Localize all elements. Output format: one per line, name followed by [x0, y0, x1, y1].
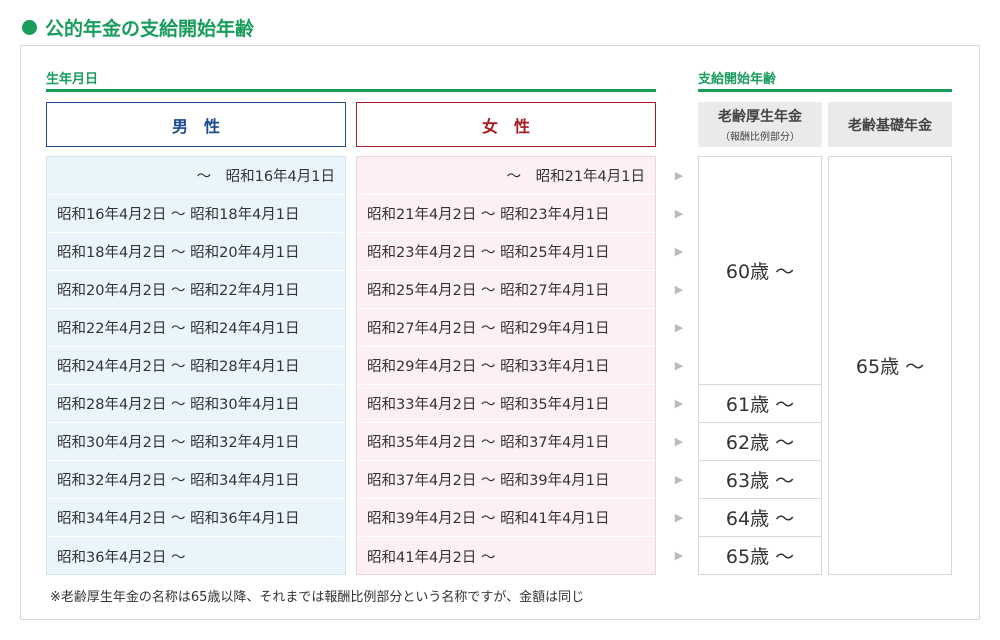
arrow-right-icon: ▶ [674, 168, 684, 182]
male-row: ～ 昭和16年4月1日 [47, 157, 345, 195]
male-row: 昭和16年4月2日 ～ 昭和18年4月1日 [47, 195, 345, 233]
arrow-right-icon: ▶ [674, 548, 684, 562]
female-row: 昭和21年4月2日 ～ 昭和23年4月1日 [357, 195, 655, 233]
arrow-right-icon: ▶ [674, 244, 684, 258]
male-birth-column: ～ 昭和16年4月1日 昭和16年4月2日 ～ 昭和18年4月1日 昭和18年4… [46, 156, 346, 575]
female-row: 昭和33年4月2日 ～ 昭和35年4月1日 [357, 385, 655, 423]
kosei-age-60: 60歳 ～ [698, 156, 822, 385]
birth-section-label: 生年月日 [46, 66, 656, 92]
arrow-right-icon: ▶ [674, 510, 684, 524]
male-row: 昭和18年4月2日 ～ 昭和20年4月1日 [47, 233, 345, 271]
male-row: 昭和28年4月2日 ～ 昭和30年4月1日 [47, 385, 345, 423]
male-row: 昭和34年4月2日 ～ 昭和36年4月1日 [47, 499, 345, 537]
page-title: 公的年金の支給開始年齢 [22, 14, 254, 40]
arrow-right-icon: ▶ [674, 472, 684, 486]
male-row: 昭和20年4月2日 ～ 昭和22年4月1日 [47, 271, 345, 309]
female-row: 昭和35年4月2日 ～ 昭和37年4月1日 [357, 423, 655, 461]
kosei-age-64: 64歳 ～ [698, 498, 822, 537]
page-title-text: 公的年金の支給開始年齢 [45, 17, 255, 40]
kosei-age-62: 62歳 ～ [698, 422, 822, 461]
footnote: ※老齢厚生年金の名称は65歳以降、それまでは報酬比例部分という名称ですが、金額は… [50, 590, 585, 605]
male-row: 昭和36年4月2日 ～ [57, 549, 186, 566]
kosei-header-subtitle: （報酬比例部分） [720, 132, 800, 143]
arrow-column: ▶ ▶ ▶ ▶ ▶ ▶ ▶ ▶ ▶ ▶ ▶ [668, 156, 690, 574]
arrow-right-icon: ▶ [674, 206, 684, 220]
female-row: 昭和23年4月2日 ～ 昭和25年4月1日 [357, 233, 655, 271]
female-row: 昭和37年4月2日 ～ 昭和39年4月1日 [357, 461, 655, 499]
title-bullet-icon [22, 19, 37, 35]
kiso-header: 老齢基礎年金 [828, 102, 952, 147]
male-row: 昭和30年4月2日 ～ 昭和32年4月1日 [47, 423, 345, 461]
male-row: 昭和32年4月2日 ～ 昭和34年4月1日 [47, 461, 345, 499]
female-row: ～ 昭和21年4月1日 [357, 157, 655, 195]
kosei-age-61: 61歳 ～ [698, 384, 822, 423]
arrow-right-icon: ▶ [674, 434, 684, 448]
female-row: 昭和41年4月2日 ～ [367, 549, 496, 566]
kosei-header-title: 老齢厚生年金 [718, 109, 802, 125]
female-header: 女 性 [356, 102, 656, 147]
female-row: 昭和25年4月2日 ～ 昭和27年4月1日 [357, 271, 655, 309]
female-row: 昭和39年4月2日 ～ 昭和41年4月1日 [357, 499, 655, 537]
female-birth-column: ～ 昭和21年4月1日 昭和21年4月2日 ～ 昭和23年4月1日 昭和23年4… [356, 156, 656, 575]
arrow-right-icon: ▶ [674, 320, 684, 334]
male-row: 昭和22年4月2日 ～ 昭和24年4月1日 [47, 309, 345, 347]
arrow-right-icon: ▶ [674, 358, 684, 372]
male-row: 昭和24年4月2日 ～ 昭和28年4月1日 [47, 347, 345, 385]
female-row: 昭和29年4月2日 ～ 昭和33年4月1日 [357, 347, 655, 385]
arrow-right-icon: ▶ [674, 396, 684, 410]
kosei-age-65: 65歳 ～ [698, 536, 822, 575]
kosei-age-63: 63歳 ～ [698, 460, 822, 499]
female-row: 昭和27年4月2日 ～ 昭和29年4月1日 [357, 309, 655, 347]
arrow-right-icon: ▶ [674, 282, 684, 296]
kosei-header: 老齢厚生年金 （報酬比例部分） [698, 102, 822, 147]
male-header: 男 性 [46, 102, 346, 147]
start-age-section-label: 支給開始年齢 [698, 66, 952, 92]
kiso-age-65: 65歳 ～ [828, 156, 952, 575]
